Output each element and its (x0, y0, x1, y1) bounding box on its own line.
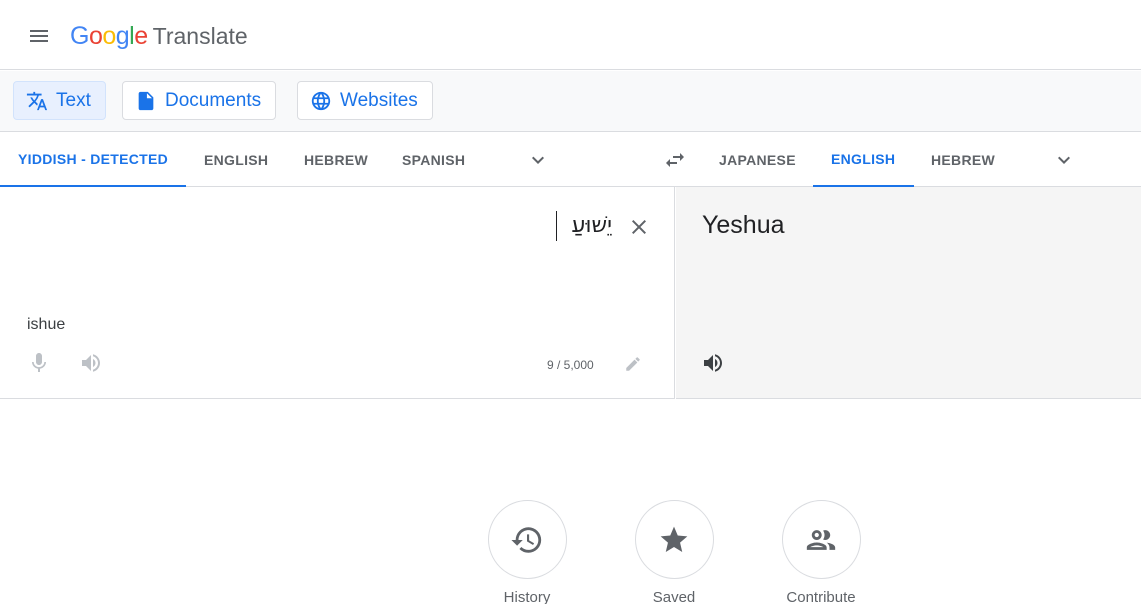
hamburger-menu-icon (30, 30, 48, 42)
voice-input-button[interactable] (26, 350, 52, 376)
saved-label: Saved (652, 589, 696, 604)
listen-source-button[interactable] (78, 350, 104, 376)
speaker-icon (82, 354, 100, 372)
history-button[interactable]: History (487, 500, 567, 604)
saved-circle[interactable] (634, 500, 714, 579)
history-circle[interactable] (487, 500, 567, 579)
listen-translation-button[interactable] (700, 350, 726, 376)
swap-arrows-icon (666, 153, 684, 167)
microphone-icon (32, 353, 46, 372)
contribute-circle[interactable] (781, 500, 861, 579)
target-panel: Yeshua (676, 187, 1141, 399)
mode-documents-label: Documents (165, 89, 262, 111)
chevron-down-icon (1058, 156, 1070, 164)
logo-letter: G (70, 21, 89, 50)
mode-text-button[interactable]: Text (13, 81, 106, 120)
logo-letter: e (134, 21, 148, 50)
mode-documents-button[interactable]: Documents (122, 81, 277, 120)
globe-icon (311, 91, 331, 110)
google-wordmark: Google (70, 22, 148, 51)
star-icon (660, 526, 688, 552)
google-translate-logo[interactable]: Google Translate (70, 20, 248, 52)
source-lang-more-button[interactable] (524, 146, 552, 174)
translation-output: Yeshua (702, 211, 785, 239)
source-lang-tab-english[interactable]: ENGLISH (204, 133, 268, 186)
history-icon (511, 526, 542, 553)
people-icon (806, 529, 836, 550)
target-lang-tab-hebrew[interactable]: HEBREW (931, 133, 995, 186)
document-icon (138, 91, 154, 110)
saved-button[interactable]: Saved (634, 500, 714, 604)
source-lang-tab-spanish[interactable]: SPANISH (402, 133, 465, 186)
source-lang-tab-yiddish-detected[interactable]: YIDDISH - DETECTED (0, 133, 186, 187)
history-label: History (503, 589, 551, 604)
contribute-button[interactable]: Contribute (781, 500, 861, 604)
target-lang-more-button[interactable] (1050, 146, 1078, 174)
target-lang-tab-english[interactable]: ENGLISH (813, 133, 914, 187)
translate-wordmark: Translate (152, 22, 248, 49)
mode-websites-label: Websites (340, 89, 418, 111)
speaker-icon (704, 354, 722, 372)
mode-bar: Text Documents Websites (0, 71, 1141, 132)
logo-letter: o (102, 21, 116, 50)
text-caret (556, 211, 557, 241)
logo-letter: o (88, 21, 103, 50)
language-bar: YIDDISH - DETECTED ENGLISH HEBREW SPANIS… (0, 133, 1141, 187)
swap-languages-button[interactable] (660, 145, 690, 175)
mode-websites-button[interactable]: Websites (297, 81, 433, 120)
contribute-label: Contribute (786, 589, 856, 604)
clear-source-button[interactable] (625, 213, 653, 241)
source-panel: יֵשׁוּעַ ishue 9 / 5,000 (0, 187, 675, 399)
target-lang-tab-japanese[interactable]: JAPANESE (719, 133, 796, 186)
character-count: 9 / 5,000 (547, 358, 594, 372)
translate-icon (26, 91, 48, 110)
app-header: Google Translate (0, 0, 1141, 70)
source-lang-tab-hebrew[interactable]: HEBREW (304, 133, 368, 186)
source-romanization: ishue (27, 316, 66, 333)
pencil-icon (626, 357, 640, 371)
mode-text-label: Text (56, 89, 91, 111)
logo-letter: g (115, 21, 130, 50)
close-icon (632, 220, 646, 234)
edit-button[interactable] (622, 353, 644, 375)
main-menu-button[interactable] (20, 17, 58, 55)
chevron-down-icon (532, 156, 544, 164)
source-text-input[interactable]: יֵשׁוּעַ (572, 213, 613, 238)
